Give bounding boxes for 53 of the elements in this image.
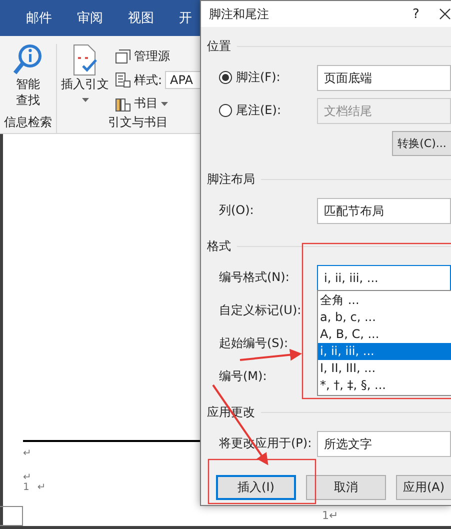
dialog-title: 脚注和尾注	[209, 6, 270, 22]
field-label: 起始编号(S):	[219, 335, 288, 352]
section-heading: 脚注布局	[207, 170, 255, 188]
dropdown-option[interactable]: i, ii, iii, ...	[318, 342, 451, 360]
ribbon-tab[interactable]: 邮件	[26, 9, 52, 27]
dropdown-option[interactable]: a, b, c, ...	[318, 308, 451, 326]
style-list-icon	[115, 72, 131, 88]
dropdown-option[interactable]: *, †, ‡, §, ...	[318, 376, 451, 394]
radio-button[interactable]	[219, 71, 232, 84]
bibliography-button[interactable]: 书目	[134, 95, 158, 112]
ribbon-tab[interactable]: 视图	[128, 9, 154, 27]
corner-frame	[0, 506, 23, 526]
dialog-button[interactable]: 取消	[306, 475, 386, 500]
dropdown-option[interactable]: 全角 ...	[318, 292, 451, 308]
help-button[interactable]: ?	[401, 6, 431, 22]
ribbon-tab[interactable]: 审阅	[77, 9, 103, 27]
smart-lookup-button[interactable]: 智能 查找	[13, 44, 43, 114]
sources-icon	[115, 48, 131, 64]
page-number: 1↵	[322, 509, 338, 522]
group-label: 信息检索	[4, 114, 52, 131]
style-label: 样式:	[134, 72, 162, 88]
radio-label: 尾注(E):	[236, 102, 281, 119]
books-icon	[115, 96, 131, 112]
field-label: 列(O):	[219, 202, 254, 219]
dialog-button[interactable]: 应用(A)	[396, 475, 451, 500]
number-format-dropdown[interactable]: i, ii, iii, ...	[317, 264, 451, 290]
arrow	[240, 348, 302, 361]
manage-sources-button[interactable]: 管理源	[134, 48, 170, 65]
field-label: 自定义标记(U):	[219, 302, 302, 319]
convert-button[interactable]: 转换(C)...	[392, 131, 451, 156]
radio-label: 脚注(F):	[236, 69, 280, 86]
apply-to-dropdown[interactable]: 所选文字	[317, 430, 451, 456]
paragraph-mark: ↵	[37, 482, 46, 494]
group-label: 引文与书目	[108, 114, 168, 131]
field-label: 编号格式(N):	[219, 269, 290, 286]
document-check-icon	[71, 44, 99, 76]
section-heading: 格式	[207, 238, 231, 254]
position-dropdown[interactable]: 页面底端	[317, 64, 451, 90]
paragraph-mark: ↵	[23, 448, 32, 460]
magnifier-icon	[13, 44, 43, 76]
dialog-button[interactable]: 插入(I)	[216, 475, 296, 500]
section-heading: 位置	[207, 38, 231, 54]
dropdown-option[interactable]: I, II, III, ...	[318, 360, 451, 376]
footnote-number: 1	[23, 482, 30, 494]
ribbon-tab[interactable]: 开	[179, 9, 192, 27]
close-icon[interactable]	[439, 8, 451, 20]
field-label: 编号(M):	[219, 368, 267, 385]
caret-icon	[82, 98, 88, 102]
dropdown-option[interactable]: A, B, C, ...	[318, 326, 451, 342]
paragraph-mark: ↵	[23, 472, 32, 483]
insert-citation-button[interactable]: 插入引文	[61, 44, 109, 114]
caret-icon	[161, 102, 168, 106]
columns-dropdown[interactable]: 匹配节布局	[317, 198, 451, 224]
